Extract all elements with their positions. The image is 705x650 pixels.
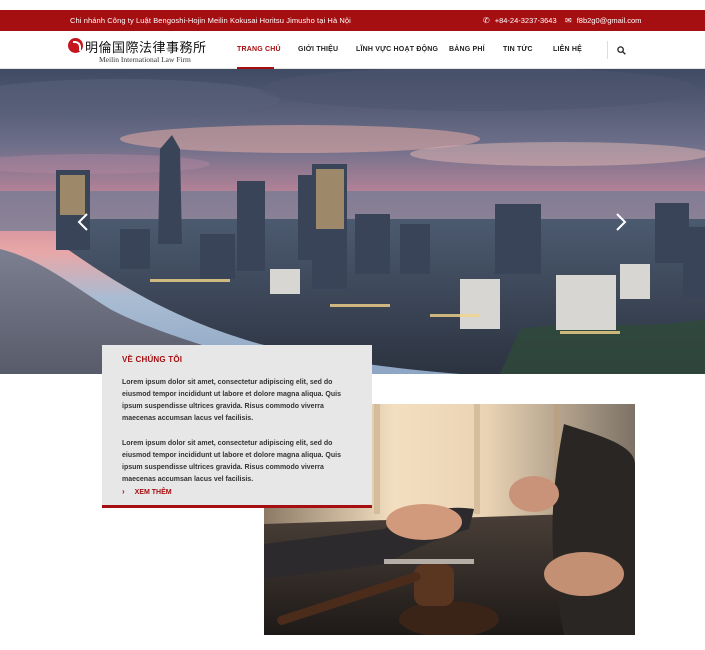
phone-number: +84-24-3237-3643 bbox=[494, 16, 557, 25]
nav-item-practice-areas[interactable]: LĨNH VỰC HOẠT ĐỘNG bbox=[356, 46, 438, 53]
branch-name: Chi nhánh Công ty Luật Bengoshi-Hojin Me… bbox=[70, 16, 351, 25]
read-more-label: XEM THÊM bbox=[134, 489, 172, 496]
site-logo[interactable]: 明倫国際法律事務所 Meilin International Law Firm bbox=[68, 37, 213, 65]
envelope-icon: ✉ bbox=[565, 16, 572, 25]
nav-item-home[interactable]: TRANG CHỦ bbox=[237, 46, 281, 53]
hero-slider bbox=[0, 69, 705, 374]
search-icon[interactable] bbox=[617, 46, 626, 55]
logo-japanese-text: 明倫国際法律事務所 bbox=[85, 41, 207, 56]
logo-mark-icon bbox=[68, 38, 83, 53]
about-paragraph-2: Lorem ipsum dolor sit amet, consectetur … bbox=[122, 440, 341, 483]
email-link[interactable]: ✉ f8b2g0@gmail.com bbox=[565, 16, 641, 25]
top-info-bar: Chi nhánh Công ty Luật Bengoshi-Hojin Me… bbox=[0, 10, 705, 31]
phone-icon: ✆ bbox=[483, 16, 490, 25]
chevron-right-icon[interactable] bbox=[614, 212, 628, 232]
chevron-left-icon[interactable] bbox=[76, 212, 90, 232]
nav-item-about[interactable]: GIỚI THIỆU bbox=[298, 46, 338, 53]
read-more-link[interactable]: › XEM THÊM bbox=[122, 487, 172, 496]
phone-link[interactable]: ✆ +84-24-3237-3643 bbox=[483, 16, 557, 25]
chevron-right-small-icon: › bbox=[122, 487, 125, 496]
about-paragraph-1: Lorem ipsum dolor sit amet, consectetur … bbox=[122, 379, 341, 422]
nav-divider bbox=[607, 41, 608, 59]
logo-english-text: Meilin International Law Firm bbox=[99, 55, 191, 64]
nav-item-fees[interactable]: BẢNG PHÍ bbox=[449, 46, 485, 53]
site-header: 明倫国際法律事務所 Meilin International Law Firm … bbox=[0, 31, 705, 69]
about-us-panel: VỀ CHÚNG TÔI Lorem ipsum dolor sit amet,… bbox=[102, 345, 372, 508]
email-address: f8b2g0@gmail.com bbox=[576, 16, 642, 25]
city-skyline-image bbox=[0, 69, 705, 374]
nav-item-news[interactable]: TIN TỨC bbox=[503, 46, 533, 53]
about-title: VỀ CHÚNG TÔI bbox=[122, 355, 183, 364]
nav-item-contact[interactable]: LIÊN HỆ bbox=[553, 46, 582, 53]
